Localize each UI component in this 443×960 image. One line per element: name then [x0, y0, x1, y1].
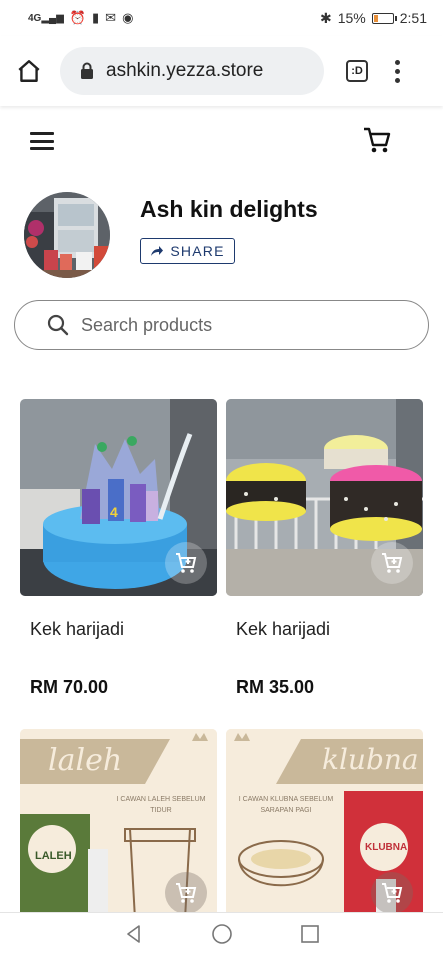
add-to-cart-button[interactable]	[371, 542, 413, 584]
signal-icon: 4G▂▄▆	[28, 12, 64, 24]
product-title[interactable]: Kek harijadi	[30, 619, 124, 640]
bluetooth-icon: ✱	[319, 9, 332, 26]
status-bar: 4G▂▄▆ ⏰ ▮ ✉ ◉ ✱ 15% 2:51	[0, 0, 443, 36]
browser-menu-button[interactable]	[394, 59, 400, 83]
product-banner-subtitle: I CAWAN KLUBNA SEBELUM SARAPAN PAGI	[238, 796, 334, 814]
svg-text:4: 4	[110, 504, 118, 520]
hamburger-menu-icon[interactable]	[30, 132, 54, 150]
lock-icon	[81, 62, 93, 79]
product-card[interactable]: klubna I CAWAN KLUBNA SEBELUM SARAPAN PA…	[226, 729, 423, 926]
address-bar[interactable]: ashkin.yezza.store	[60, 47, 324, 95]
store-avatar	[24, 192, 110, 278]
system-nav-bar	[0, 912, 443, 960]
share-button[interactable]: SHARE	[140, 238, 235, 264]
recents-square-icon	[300, 925, 319, 943]
product-price: RM 70.00	[30, 677, 109, 697]
clock: 2:51	[399, 10, 427, 26]
add-cart-icon	[176, 553, 197, 573]
add-to-cart-button[interactable]	[165, 542, 207, 584]
product-card[interactable]: Kek harijadi RM 35.00	[226, 399, 423, 697]
home-nav-button[interactable]	[211, 923, 233, 950]
home-circle-icon	[211, 924, 232, 944]
home-icon	[18, 60, 40, 82]
product-banner-text: klubna	[322, 743, 419, 776]
url-text: ashkin.yezza.store	[106, 60, 264, 81]
add-to-cart-button[interactable]	[371, 872, 413, 914]
add-to-cart-button[interactable]	[165, 872, 207, 914]
product-badge: LALEH	[35, 850, 72, 862]
battery-icon	[371, 12, 397, 24]
status-icons-left: 4G▂▄▆ ⏰ ▮ ✉ ◉	[28, 10, 133, 26]
status-icons-right: ✱ 15% 2:51	[320, 10, 427, 27]
share-arrow-icon	[151, 246, 164, 256]
cart-button[interactable]	[362, 125, 392, 160]
network-type: 4G	[28, 12, 42, 24]
search-icon	[47, 314, 69, 336]
product-badge: KLUBNA	[365, 842, 408, 853]
app-header	[0, 116, 443, 166]
store-name: Ash kin delights	[140, 196, 318, 222]
product-image[interactable]: laleh I CAWAN LALEH SEBELUM TIDUR LALEH	[20, 729, 217, 926]
share-label: SHARE	[170, 243, 225, 259]
back-button[interactable]	[124, 924, 144, 949]
add-cart-icon	[382, 883, 403, 903]
product-card[interactable]: 4 Kek harijadi RM 70.00	[20, 399, 217, 697]
search-placeholder: Search products	[81, 314, 213, 335]
product-banner-subtitle: I CAWAN LALEH SEBELUM TIDUR	[116, 796, 206, 814]
tabs-button[interactable]: :D	[346, 60, 368, 82]
product-card[interactable]: laleh I CAWAN LALEH SEBELUM TIDUR LALEH	[20, 729, 217, 926]
add-cart-icon	[176, 883, 197, 903]
product-image[interactable]	[226, 399, 423, 596]
add-cart-icon	[382, 553, 403, 573]
product-title[interactable]: Kek harijadi	[236, 619, 330, 640]
product-banner-text: laleh	[48, 743, 123, 778]
product-price: RM 35.00	[236, 677, 315, 697]
product-image[interactable]: 4	[20, 399, 217, 596]
home-button[interactable]	[14, 56, 44, 86]
back-triangle-icon	[126, 925, 140, 943]
chrome-icon: ◉	[122, 10, 134, 25]
browser-toolbar: ashkin.yezza.store :D	[0, 36, 443, 106]
product-image[interactable]: klubna I CAWAN KLUBNA SEBELUM SARAPAN PA…	[226, 729, 423, 926]
mail-icon: ✉	[105, 10, 117, 25]
alarm-icon: ⏰	[69, 10, 86, 25]
recents-button[interactable]	[300, 924, 320, 949]
search-input[interactable]: Search products	[14, 300, 429, 350]
cart-icon	[364, 127, 391, 153]
notification-icon: ▮	[92, 10, 100, 25]
battery-percent: 15%	[337, 10, 366, 26]
